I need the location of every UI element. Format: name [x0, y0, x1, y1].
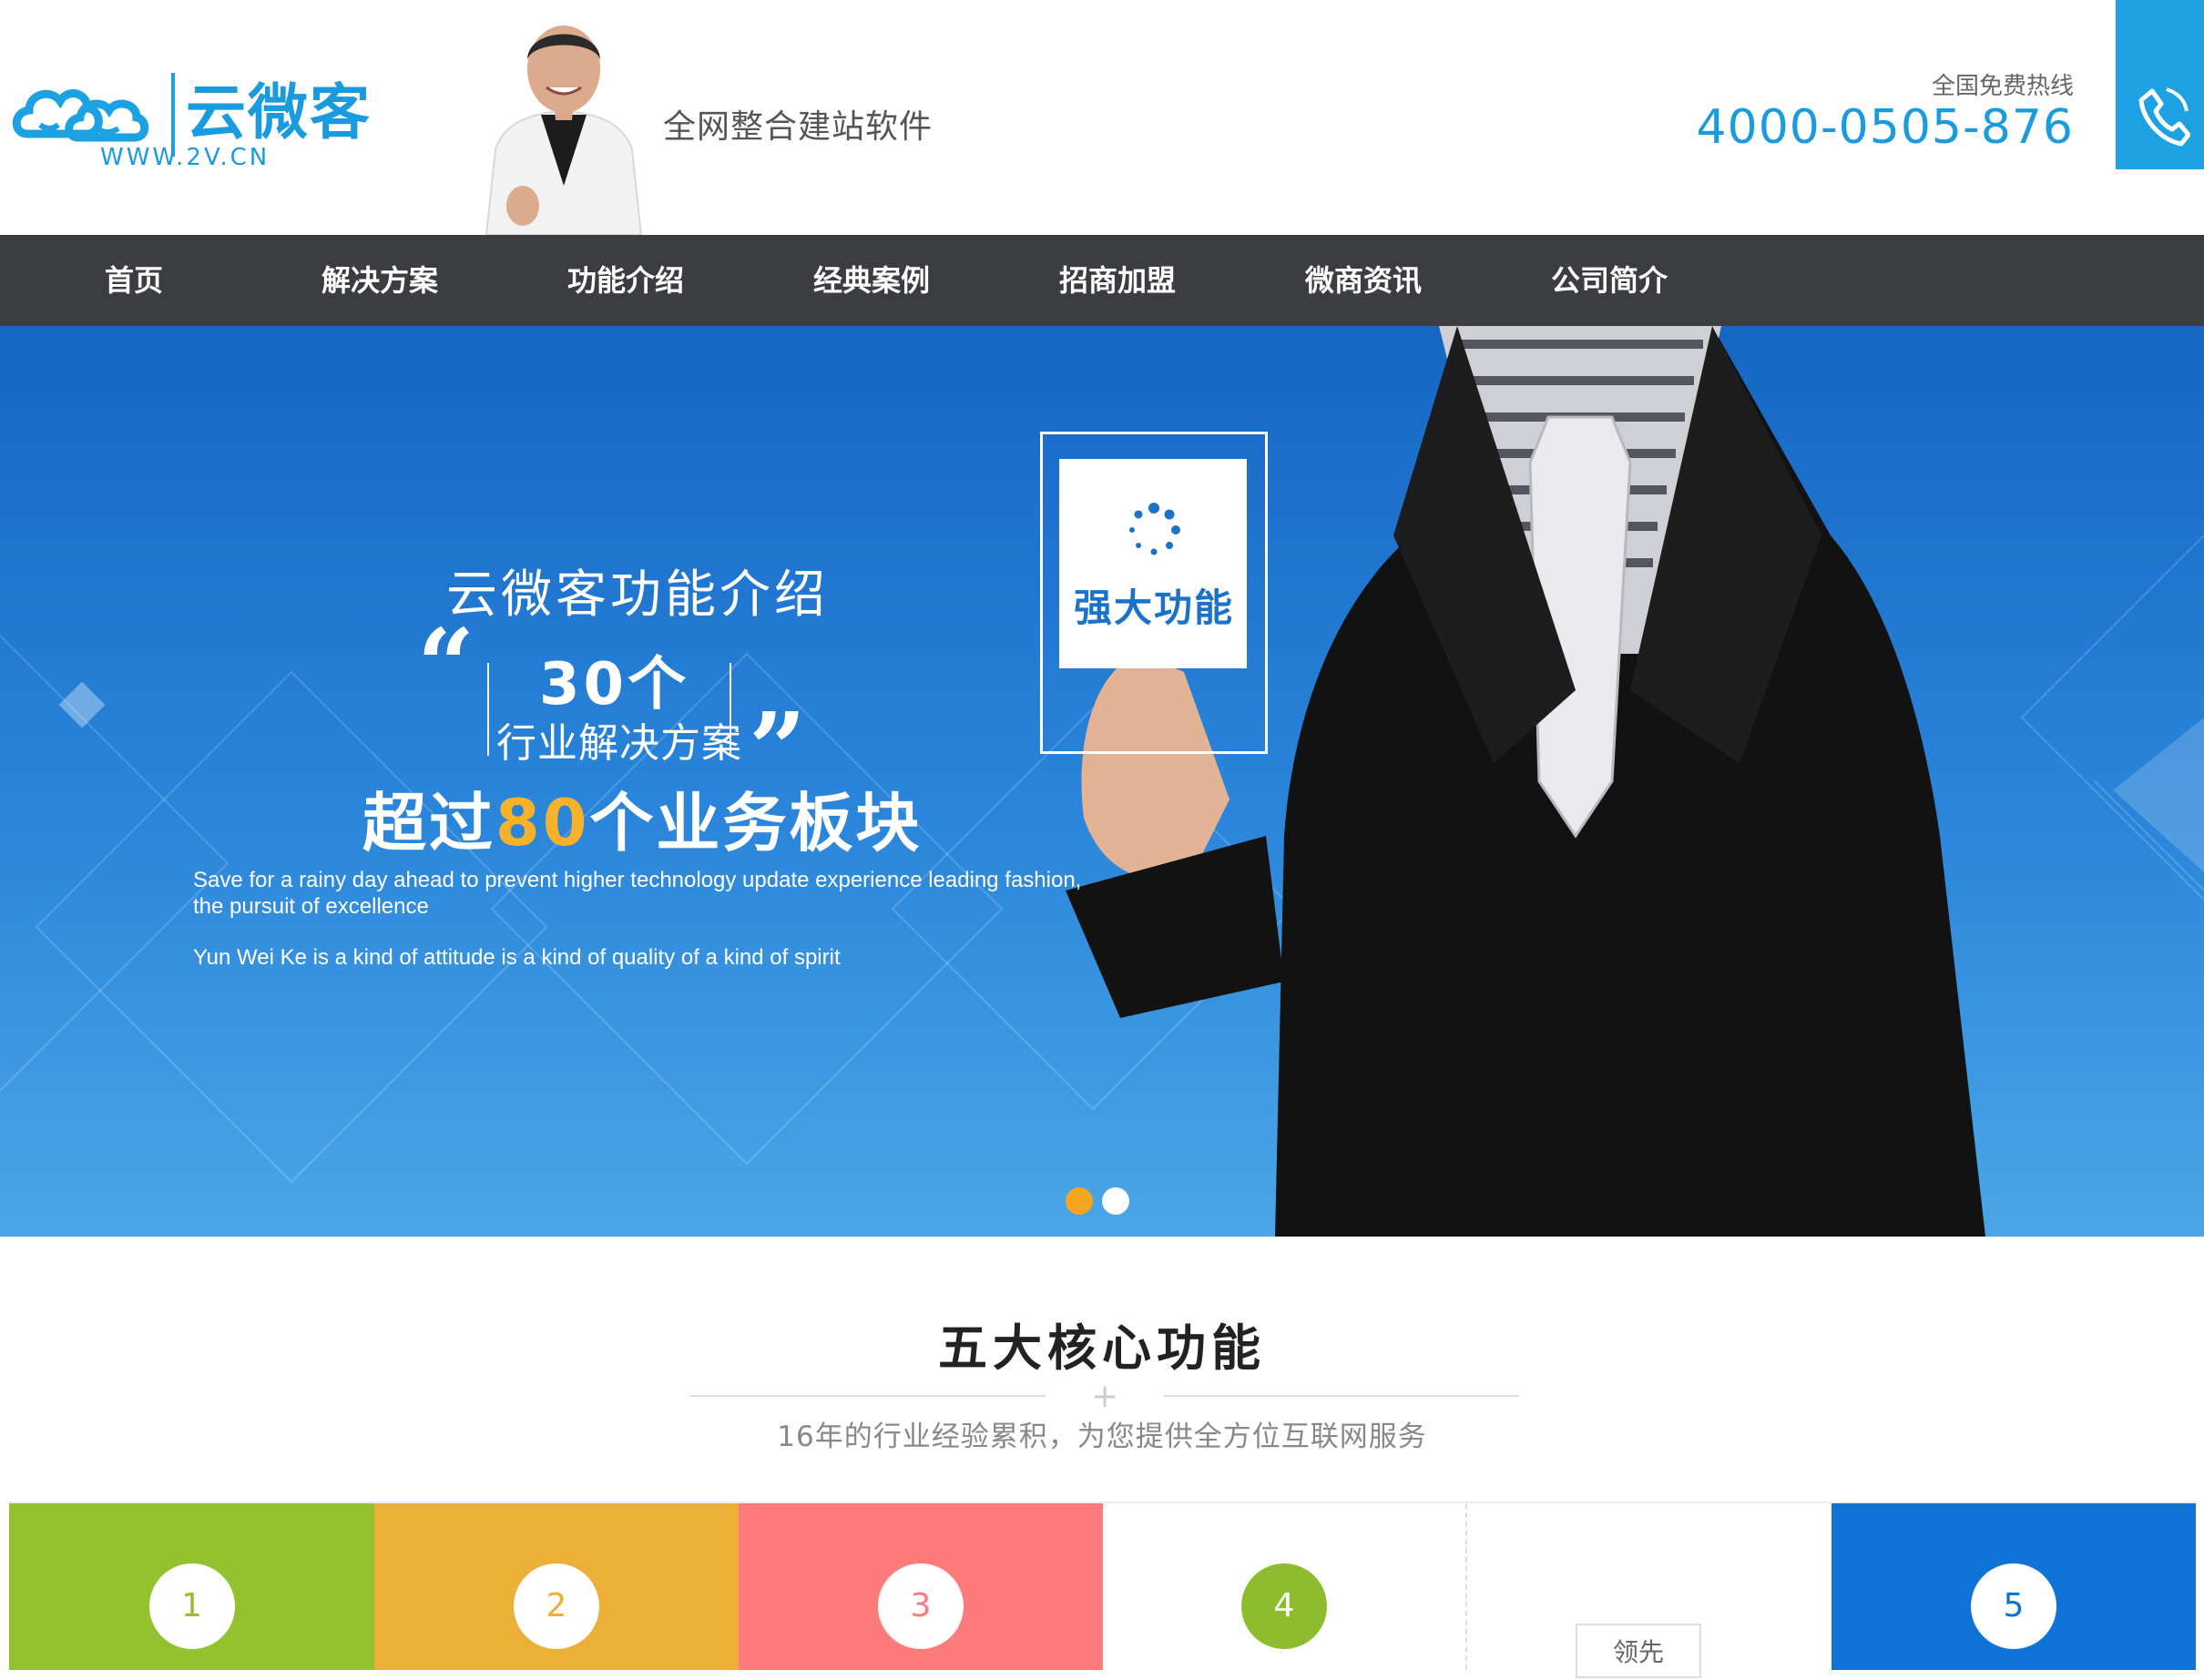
solutions-count-label: 行业解决方案 [496, 720, 742, 767]
card-number: 5 [1971, 1563, 2056, 1649]
nav-item-franchise[interactable]: 招商加盟 [1059, 235, 1176, 326]
nav-item-news[interactable]: 微商资讯 [1305, 235, 1422, 326]
modules-count: 超过80个业务板块 [362, 772, 922, 864]
lead-tag[interactable]: 领先 [1576, 1624, 1701, 1678]
nav-item-solutions[interactable]: 解决方案 [321, 235, 438, 326]
feature-cards: 1 2 3 4 5 领先 [9, 1502, 2196, 1678]
main-nav: 首页 解决方案 功能介绍 经典案例 招商加盟 微商资讯 公司简介 [0, 235, 2204, 326]
section-divider-right [1164, 1395, 1519, 1397]
feature-card[interactable]: 强大功能 [1059, 459, 1247, 668]
hero-banner[interactable]: 强大功能 云微客功能介绍 “ 30个 行业解决方案 ” 超过80个业务板块 Sa… [0, 326, 2204, 1237]
section-title: 五大核心功能 [938, 1319, 1266, 1377]
site-slogan: 全网整合建站软件 [663, 108, 934, 146]
nav-item-home[interactable]: 首页 [105, 235, 163, 326]
nav-item-cases[interactable]: 经典案例 [813, 235, 930, 326]
feature-card-2[interactable]: 2 [374, 1503, 739, 1670]
slide-dot-1[interactable] [1066, 1187, 1093, 1215]
plus-icon: + [1091, 1378, 1119, 1415]
feature-card-label: 强大功能 [1074, 585, 1235, 630]
section-subtitle: 16年的行业经验累积，为您提供全方位互联网服务 [777, 1420, 1427, 1453]
logo-url: WWW.2V.CN [100, 144, 270, 171]
site-logo[interactable]: 云微客 WWW.2V.CN [9, 64, 373, 182]
banner-title: 云微客功能介绍 [446, 565, 829, 625]
feature-card-3[interactable]: 3 [739, 1503, 1103, 1670]
phone-icon [2138, 87, 2190, 147]
spokesman-photo [485, 25, 643, 235]
quote-open-icon: “ [417, 606, 475, 724]
banner-english-line-1: Save for a rainy day ahead to prevent hi… [193, 868, 1082, 919]
card-number: 4 [1241, 1563, 1327, 1649]
feature-card-1[interactable]: 1 [9, 1503, 374, 1670]
feature-card-4[interactable]: 4 [1103, 1503, 1467, 1670]
loading-dots-icon [1129, 503, 1180, 555]
feature-card-5[interactable]: 5 [1832, 1503, 2196, 1670]
modules-number: 80 [495, 786, 590, 860]
logo-text: 云微客 [186, 77, 372, 148]
card-number: 1 [148, 1563, 235, 1649]
nav-item-about[interactable]: 公司简介 [1551, 235, 1668, 326]
modules-prefix: 超过 [362, 786, 495, 860]
phone-badge[interactable] [2116, 0, 2204, 169]
banner-english-line-2: Yun Wei Ke is a kind of attitude is a ki… [193, 945, 841, 970]
card-number: 2 [514, 1563, 599, 1649]
hotline-number[interactable]: 4000-0505-876 [1697, 100, 2074, 155]
modules-suffix: 个业务板块 [589, 786, 923, 860]
slide-dot-2[interactable] [1102, 1187, 1129, 1215]
section-divider-left [690, 1395, 1046, 1397]
solutions-count: 30个 [539, 651, 690, 718]
hotline-label: 全国免费热线 [1931, 73, 2074, 100]
card-number: 3 [878, 1563, 964, 1649]
nav-item-features[interactable]: 功能介绍 [567, 235, 684, 326]
site-header: 云微客 WWW.2V.CN 全网整合建站软件 全国免费热线 4000-0505-… [0, 0, 2204, 235]
